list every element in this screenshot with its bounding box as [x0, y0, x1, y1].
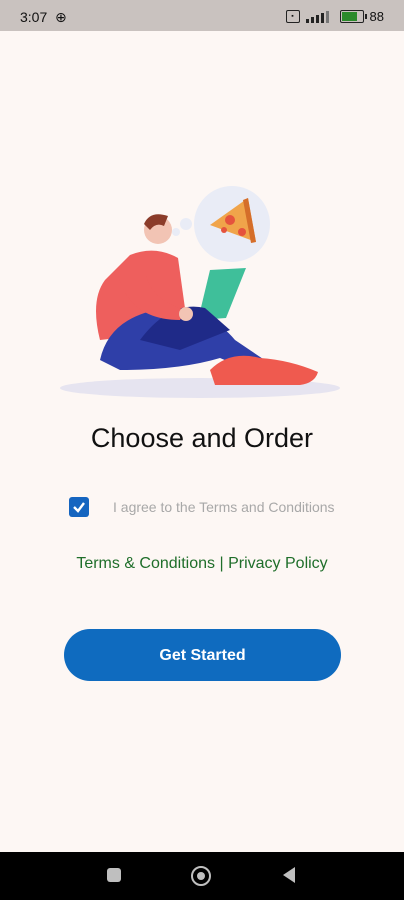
- globe-icon: ⊕: [55, 9, 67, 25]
- person-ordering-illustration: [60, 186, 340, 398]
- page-title: Choose and Order: [90, 423, 314, 453]
- legal-separator: |: [219, 555, 224, 572]
- recents-icon[interactable]: [107, 868, 121, 882]
- check-icon: [73, 502, 85, 513]
- get-started-button[interactable]: Get Started: [64, 629, 341, 681]
- status-icons: ▪ 88: [285, 9, 384, 24]
- home-icon[interactable]: [191, 866, 211, 886]
- system-nav-bar: [0, 852, 404, 900]
- signal-icon: [305, 10, 329, 23]
- status-time: 3:07: [20, 9, 48, 25]
- privacy-link[interactable]: Privacy Policy: [228, 555, 328, 572]
- battery-percent: 88: [369, 9, 384, 24]
- terms-link[interactable]: Terms & Conditions: [76, 555, 215, 572]
- legal-links-row: Terms & Conditions | Privacy Policy: [0, 555, 404, 573]
- terms-agreement-label: I agree to the Terms and Conditions: [113, 499, 335, 515]
- status-bar: 3:07 ⊕ ▪ 88: [0, 0, 404, 31]
- back-icon[interactable]: [283, 867, 295, 883]
- terms-agreement-row: I agree to the Terms and Conditions: [69, 497, 335, 517]
- terms-checkbox[interactable]: [69, 497, 89, 517]
- battery-icon: [339, 10, 367, 23]
- sim-icon: ▪: [285, 10, 300, 23]
